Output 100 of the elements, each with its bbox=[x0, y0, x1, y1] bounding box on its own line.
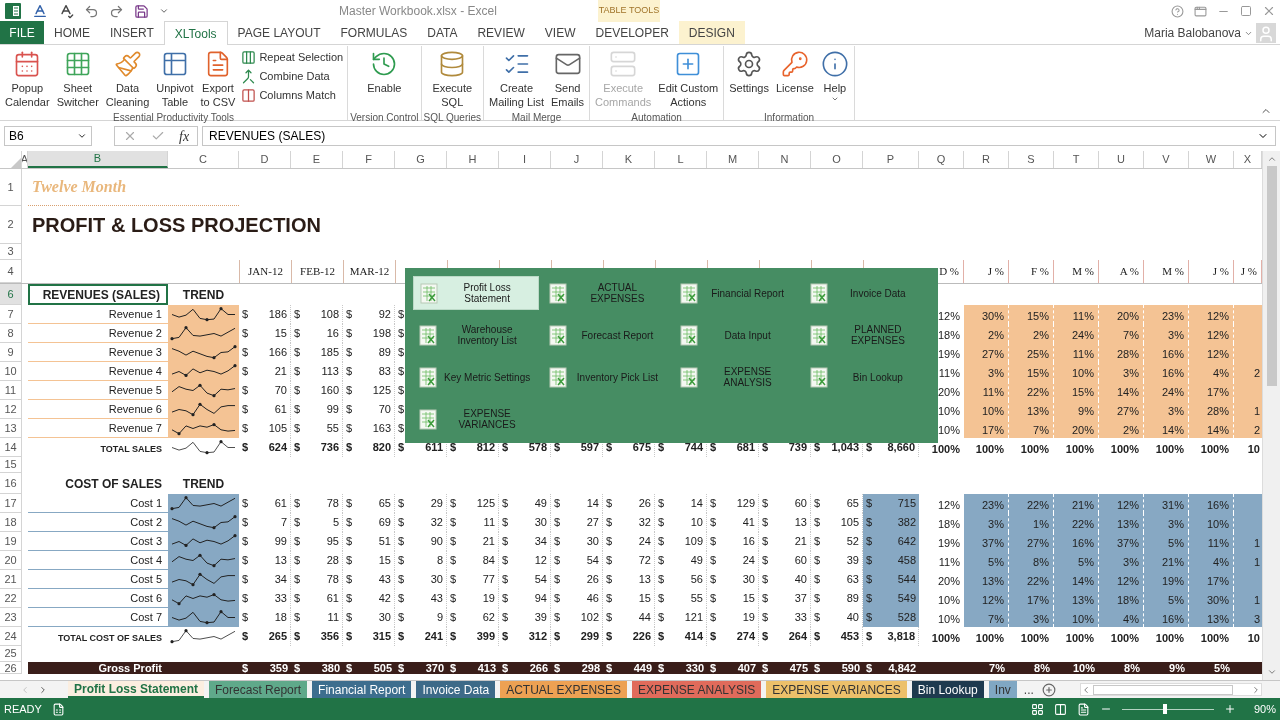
help-icon[interactable] bbox=[1171, 4, 1184, 18]
column-header[interactable]: I bbox=[499, 151, 551, 168]
column-header[interactable]: C bbox=[168, 151, 239, 168]
undo-icon[interactable] bbox=[84, 3, 99, 19]
column-header[interactable]: U bbox=[1099, 151, 1144, 168]
row-number[interactable]: 12 bbox=[0, 400, 22, 419]
font-color-icon[interactable] bbox=[32, 3, 48, 19]
enter-icon[interactable] bbox=[151, 129, 165, 143]
ribbon-tab[interactable]: FORMULAS bbox=[330, 21, 418, 44]
column-header[interactable]: T bbox=[1054, 151, 1099, 168]
ribbon-button[interactable]: Popup Calendar bbox=[2, 46, 53, 110]
sheet-switcher-item[interactable]: EXPENSE VARIANCES bbox=[413, 402, 540, 436]
row-number[interactable]: 9 bbox=[0, 343, 22, 362]
row-number[interactable]: 20 bbox=[0, 551, 22, 570]
ribbon-button[interactable]: Edit Custom Actions bbox=[655, 46, 722, 110]
sheet-tab[interactable]: Financial Report bbox=[312, 681, 412, 698]
sheet-switcher-item[interactable]: Key Metric Settings bbox=[413, 360, 540, 394]
sheet-tab[interactable]: EXPENSE ANALYSIS bbox=[632, 681, 762, 698]
column-header[interactable]: S bbox=[1009, 151, 1054, 168]
ribbon-display-icon[interactable] bbox=[1194, 4, 1207, 18]
next-sheet-icon[interactable] bbox=[38, 684, 48, 695]
ribbon-tab[interactable]: DESIGN bbox=[678, 21, 745, 44]
sheet-switcher-item[interactable]: Bin Lookup bbox=[803, 360, 930, 394]
sheet-switcher-item[interactable]: Warehouse Inventory List bbox=[413, 318, 540, 352]
row-number[interactable]: 2 bbox=[0, 206, 22, 244]
vertical-scrollbar[interactable] bbox=[1262, 151, 1280, 680]
redo-icon[interactable] bbox=[109, 3, 124, 19]
sheet-switcher-item[interactable]: Invoice Data bbox=[803, 276, 930, 310]
scroll-up-icon[interactable] bbox=[1266, 154, 1277, 164]
column-header[interactable]: J bbox=[551, 151, 603, 168]
zoom-in-icon[interactable] bbox=[1224, 703, 1236, 715]
row-number[interactable]: 22 bbox=[0, 589, 22, 608]
column-header[interactable]: V bbox=[1144, 151, 1189, 168]
section-heading[interactable]: COST OF SALES bbox=[28, 473, 168, 494]
column-header[interactable]: B bbox=[28, 151, 168, 168]
horizontal-scrollbar[interactable] bbox=[1079, 683, 1262, 696]
row-number[interactable]: 4 bbox=[0, 260, 22, 283]
ribbon-tab[interactable]: FILE bbox=[0, 21, 44, 44]
zoom-level[interactable]: 90% bbox=[1246, 700, 1276, 718]
sheet-tab[interactable]: ACTUAL EXPENSES bbox=[500, 681, 628, 698]
formula-field[interactable]: REVENUES (SALES) bbox=[202, 126, 1276, 146]
column-header[interactable]: P bbox=[863, 151, 919, 168]
row-number[interactable]: 13 bbox=[0, 419, 22, 438]
ribbon-tab[interactable]: HOME bbox=[44, 21, 100, 44]
row-number[interactable]: 21 bbox=[0, 570, 22, 589]
save-icon[interactable] bbox=[134, 3, 149, 19]
row-number[interactable]: 25 bbox=[0, 646, 22, 662]
maximize-icon[interactable] bbox=[1240, 5, 1252, 17]
ribbon-tab[interactable]: DATA bbox=[417, 21, 468, 44]
column-header[interactable]: Q bbox=[919, 151, 964, 168]
row-number[interactable]: 15 bbox=[0, 457, 22, 473]
page-break-icon[interactable] bbox=[1077, 702, 1090, 716]
row-number[interactable]: 3 bbox=[0, 244, 22, 260]
column-header[interactable]: G bbox=[395, 151, 447, 168]
zoom-slider-thumb[interactable] bbox=[1163, 704, 1168, 714]
row-number[interactable]: 14 bbox=[0, 438, 22, 457]
avatar[interactable] bbox=[1256, 23, 1276, 43]
ribbon-button[interactable]: Execute SQL bbox=[429, 46, 476, 110]
sheet-tab[interactable]: Bin Lookup bbox=[911, 681, 984, 698]
row-number[interactable]: 10 bbox=[0, 362, 22, 381]
scroll-down-icon[interactable] bbox=[1266, 667, 1277, 677]
ribbon-button[interactable]: Columns Match bbox=[239, 86, 346, 105]
sheet-switcher-item[interactable]: PLANNED EXPENSES bbox=[803, 318, 930, 352]
row-number[interactable]: 23 bbox=[0, 608, 22, 627]
ribbon-tab[interactable]: INSERT bbox=[100, 21, 164, 44]
row-number[interactable]: 7 bbox=[0, 305, 22, 324]
sheet-switcher-item[interactable]: EXPENSE ANALYSIS bbox=[673, 360, 800, 394]
column-header[interactable]: O bbox=[811, 151, 863, 168]
scrollbar-thumb[interactable] bbox=[1266, 166, 1277, 386]
ribbon-button[interactable]: Combine Data bbox=[239, 67, 346, 86]
column-header[interactable]: R bbox=[964, 151, 1009, 168]
ribbon-button[interactable]: Data Cleaning bbox=[102, 46, 153, 110]
sheet-switcher-item[interactable]: Profit Loss Statement bbox=[413, 276, 540, 310]
column-header[interactable]: F bbox=[343, 151, 395, 168]
macro-icon[interactable] bbox=[51, 702, 65, 716]
ribbon-tab[interactable]: REVIEW bbox=[467, 21, 535, 44]
ribbon-tab[interactable]: XLTools bbox=[163, 21, 228, 45]
column-header[interactable]: D bbox=[239, 151, 291, 168]
cancel-icon[interactable] bbox=[123, 129, 137, 143]
sheet-tab[interactable]: EXPENSE VARIANCES bbox=[766, 681, 907, 698]
ribbon-tab[interactable]: DEVELOPER bbox=[585, 21, 679, 44]
column-header[interactable]: N bbox=[759, 151, 811, 168]
scroll-right-icon[interactable] bbox=[1251, 684, 1261, 695]
row-number[interactable]: 11 bbox=[0, 381, 22, 400]
page-layout-icon[interactable] bbox=[1054, 702, 1067, 716]
row-number[interactable]: 18 bbox=[0, 513, 22, 532]
sheet-tab[interactable]: Forecast Report bbox=[209, 681, 308, 698]
ribbon-button[interactable]: License bbox=[772, 46, 817, 110]
ribbon-button[interactable]: Unpivot Table bbox=[153, 46, 197, 110]
sheet-switcher-item[interactable]: Data Input bbox=[673, 318, 800, 352]
ribbon-tab[interactable]: PAGE LAYOUT bbox=[227, 21, 331, 44]
sheet-switcher-item[interactable]: Forecast Report bbox=[543, 318, 670, 352]
column-header[interactable]: W bbox=[1189, 151, 1234, 168]
ribbon-button[interactable]: Create Mailing List bbox=[486, 46, 548, 110]
ribbon-button[interactable]: Export to CSV bbox=[197, 46, 239, 110]
row-number[interactable]: 1 bbox=[0, 169, 22, 206]
section-heading[interactable]: REVENUES (SALES) bbox=[28, 284, 168, 305]
column-header[interactable]: M bbox=[707, 151, 759, 168]
add-sheet-icon[interactable] bbox=[1041, 682, 1056, 697]
row-number[interactable]: 6 bbox=[0, 284, 22, 305]
